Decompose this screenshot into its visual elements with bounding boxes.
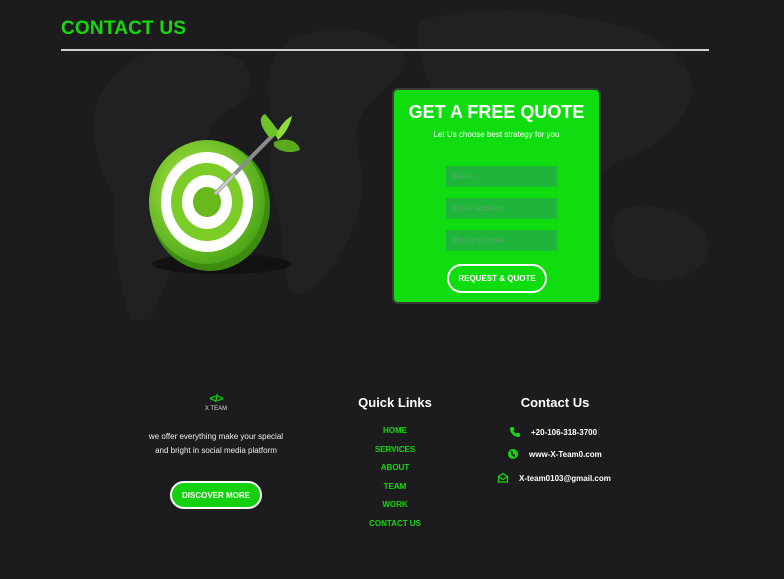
phone-field[interactable] <box>446 230 557 251</box>
quote-form-card: GET A FREE QUOTE Let Us choose best stra… <box>392 88 601 304</box>
about-line-2: and bright in social media platform <box>155 446 277 455</box>
footer-link-work[interactable]: WORK <box>345 500 445 519</box>
footer-link-about[interactable]: ABOUT <box>345 463 445 482</box>
contact-title: Contact Us <box>520 395 590 410</box>
email-field[interactable] <box>446 198 557 219</box>
discover-more-button[interactable]: DISCOVER MORE <box>170 481 262 509</box>
quick-links-list: HOME SERVICES ABOUT TEAM WORK CONTACT US <box>345 426 445 538</box>
phone-icon <box>509 426 521 438</box>
email-address: X-team0103@gmail.com <box>519 473 611 483</box>
footer-link-contact[interactable]: CONTACT US <box>345 519 445 538</box>
quote-title: GET A FREE QUOTE <box>408 102 585 122</box>
contact-website[interactable]: www-X-Team0.com <box>507 447 602 461</box>
globe-icon <box>507 448 519 460</box>
footer-link-home[interactable]: HOME <box>345 426 445 445</box>
brand-name: X TEAM <box>204 406 228 412</box>
request-quote-button[interactable]: REQUEST & QUOTE <box>447 264 547 293</box>
about-line-1: we offer everything make your special <box>148 432 284 441</box>
quote-subtitle: Let Us choose best strategy for you <box>433 130 560 139</box>
footer-link-services[interactable]: SERVICES <box>345 445 445 464</box>
code-brackets-icon: </> <box>209 393 224 405</box>
about-description: we offer everything make your special an… <box>140 430 292 458</box>
envelope-icon <box>497 472 509 484</box>
phone-number: +20-106-318-3700 <box>531 427 598 437</box>
contact-email[interactable]: X-team0103@gmail.com <box>497 471 611 485</box>
contact-phone[interactable]: +20-106-318-3700 <box>509 425 597 439</box>
website-url: www-X-Team0.com <box>529 449 602 459</box>
name-field[interactable] <box>446 166 557 187</box>
quick-links-title: Quick Links <box>358 395 432 410</box>
brand-logo[interactable]: </> X TEAM <box>196 393 236 413</box>
title-divider <box>61 49 709 51</box>
footer-link-team[interactable]: TEAM <box>345 482 445 501</box>
target-dart-icon <box>149 114 300 274</box>
page-title: CONTACT US <box>61 18 187 39</box>
